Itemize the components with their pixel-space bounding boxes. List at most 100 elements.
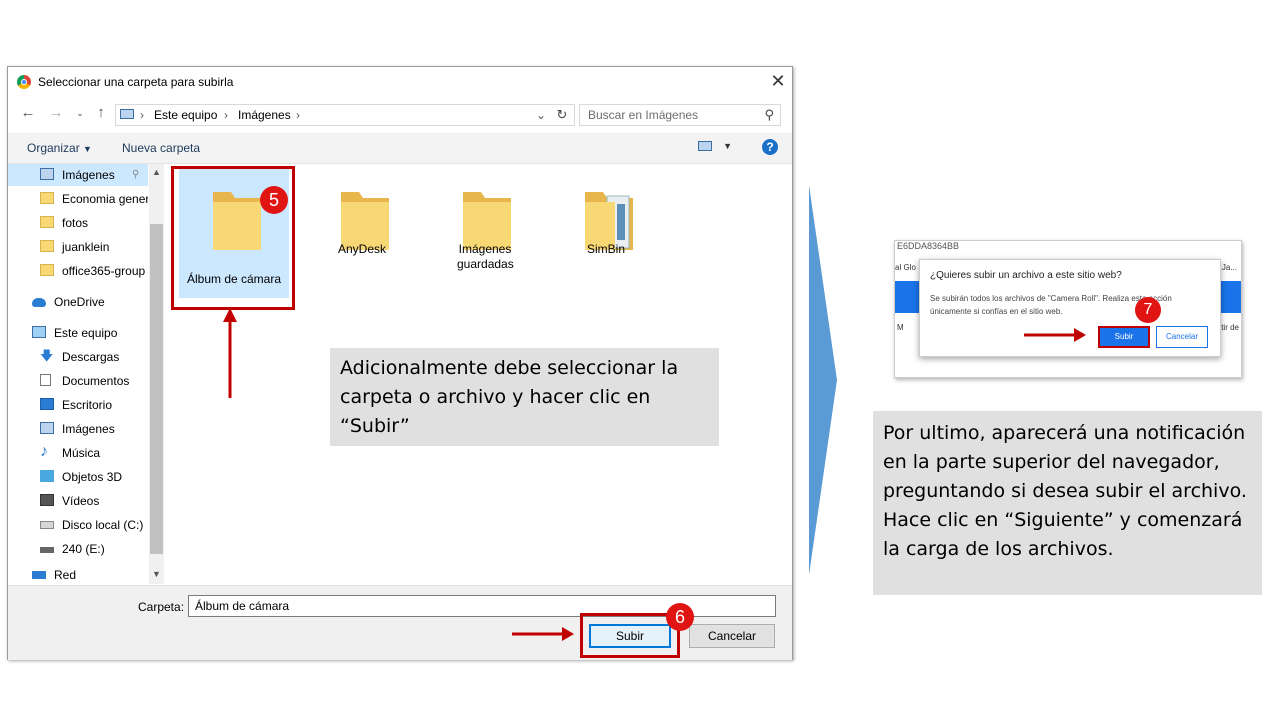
sidebar-item[interactable]: Documentos: [8, 370, 148, 392]
instruction-callout-1: Adicionalmente debe seleccionar la carpe…: [330, 348, 719, 446]
step-badge-5: 5: [260, 186, 288, 214]
sidebar-item[interactable]: Objetos 3D: [8, 466, 148, 488]
new-folder-button[interactable]: Nueva carpeta: [122, 141, 200, 155]
nav-scrollbar-thumb[interactable]: [150, 224, 163, 554]
sidebar-item[interactable]: Disco local (C:): [8, 514, 148, 536]
sidebar-item[interactable]: Imágenes: [8, 418, 148, 440]
sidebar-item-label: office365-group: [62, 264, 146, 278]
address-dropdown-icon[interactable]: ⌄: [536, 105, 546, 125]
sidebar-item[interactable]: fotos: [8, 212, 148, 234]
dialog-title: Seleccionar una carpeta para subirla: [38, 75, 234, 89]
notification-question: ¿Quieres subir un archivo a este sitio w…: [930, 270, 1122, 281]
view-icon: [698, 141, 712, 152]
sidebar-item-label: Este equipo: [54, 326, 118, 340]
sidebar-item-label: Imágenes: [62, 422, 115, 436]
dialog-titlebar: Seleccionar una carpeta para subirla ✕: [8, 67, 792, 97]
sidebar-item-label: Documentos: [62, 374, 130, 388]
step-badge-7: 7: [1135, 297, 1161, 323]
notification-cancel-button[interactable]: Cancelar: [1156, 326, 1208, 348]
up-arrow-icon[interactable]: ↑: [93, 105, 109, 121]
sidebar-item[interactable]: office365-group: [8, 260, 148, 282]
highlight-box-upload: [580, 613, 680, 658]
sidebar-item[interactable]: Imágenes ⚲: [8, 164, 148, 186]
sidebar-item[interactable]: OneDrive: [8, 291, 148, 313]
sidebar-item-label: Objetos 3D: [62, 470, 123, 484]
cube-icon: [40, 470, 54, 482]
view-options-button[interactable]: ▼: [698, 140, 738, 156]
folder-label: AnyDesk: [337, 242, 387, 256]
breadcrumb-separator-icon: ›: [224, 108, 228, 122]
network-icon: [32, 571, 46, 579]
sidebar-item-label: 240 (E:): [62, 542, 105, 556]
sidebar-item-label: Vídeos: [62, 494, 100, 508]
sidebar-item[interactable]: Red: [8, 564, 148, 584]
breadcrumb-imagenes[interactable]: Imágenes: [238, 105, 291, 125]
folder-tile-anydesk[interactable]: AnyDesk: [307, 168, 417, 298]
pictures-icon: [40, 168, 54, 180]
chevron-down-icon: ▼: [723, 141, 732, 151]
sidebar-item[interactable]: Escritorio: [8, 394, 148, 416]
up-arrow-annotation: [223, 308, 237, 398]
sidebar-item-label: Descargas: [62, 350, 120, 364]
browser-notification-screenshot: E6DDA8364BB al Glo Ja... M tir de ¿Quier…: [894, 240, 1242, 378]
recent-dropdown-icon[interactable]: ⌄: [72, 105, 88, 121]
right-arrow-annotation: [512, 627, 574, 641]
search-placeholder: Buscar en Imágenes: [588, 108, 699, 122]
chevron-down-icon: ▼: [83, 144, 92, 154]
sidebar-item[interactable]: Economia gener: [8, 188, 148, 210]
folder-tile-imagenes-guardadas[interactable]: Imágenes guardadas: [429, 168, 539, 298]
sidebar-item[interactable]: Vídeos: [8, 490, 148, 512]
folder-icon: [40, 240, 54, 252]
toolbar: Organizar ▼ Nueva carpeta ▼ ?: [8, 133, 792, 164]
close-icon[interactable]: ✕: [766, 69, 790, 93]
folder-icon: [40, 264, 54, 276]
navigation-pane[interactable]: Imágenes ⚲ Economia gener fotos juanklein off…: [8, 164, 164, 584]
notification-description: Se subirán todos los archivos de "Camera…: [930, 294, 1172, 316]
folder-field-label: Carpeta:: [138, 600, 185, 614]
folder-label: SimBin: [586, 242, 625, 256]
folder-icon: [40, 192, 54, 204]
sidebar-item-label: Red: [54, 568, 77, 582]
organize-label: Organizar: [27, 141, 80, 155]
notification-id-text: E6DDA8364BB: [897, 241, 960, 251]
scroll-up-icon[interactable]: ▲: [149, 167, 164, 177]
pin-icon[interactable]: ⚲: [132, 164, 139, 186]
help-icon[interactable]: ?: [762, 139, 778, 155]
sidebar-item-label: Imágenes: [62, 168, 115, 182]
sidebar-item-label: fotos: [62, 216, 89, 230]
cloud-icon: [32, 298, 46, 307]
breadcrumb-separator-icon: ›: [296, 108, 300, 122]
notification-upload-button[interactable]: Subir: [1098, 326, 1150, 348]
sidebar-item-label: juanklein: [62, 240, 110, 254]
cancel-button[interactable]: Cancelar: [689, 624, 775, 648]
pictures-icon: [40, 422, 54, 434]
forward-arrow-icon[interactable]: →: [48, 105, 64, 121]
sidebar-item[interactable]: Este equipo: [8, 322, 148, 344]
right-arrow-annotation-2: [1024, 328, 1086, 342]
background-text-left: al Glo: [895, 263, 916, 272]
folder-tile-simbin[interactable]: SimBin: [551, 168, 661, 298]
back-arrow-icon[interactable]: ←: [20, 105, 36, 121]
instruction-callout-2: Por ultimo, aparecerá una notificación e…: [873, 411, 1262, 595]
refresh-icon[interactable]: ↻: [552, 105, 572, 125]
sidebar-item-label: OneDrive: [54, 295, 105, 309]
organize-button[interactable]: Organizar ▼: [27, 141, 92, 155]
search-input[interactable]: Buscar en Imágenes ⚲: [579, 104, 781, 126]
address-bar[interactable]: › Este equipo › Imágenes › ⌄ ↻: [115, 104, 575, 126]
sidebar-item[interactable]: 🡇 Descargas: [8, 346, 148, 368]
music-icon: ♪: [40, 443, 48, 460]
breadcrumb-separator-icon: ›: [140, 108, 144, 122]
sidebar-item-label: Economia gener: [62, 192, 148, 206]
folder-label: Imágenes guardadas: [457, 242, 514, 271]
disk-icon: [40, 521, 54, 529]
breadcrumb-este-equipo[interactable]: Este equipo: [154, 105, 217, 125]
folder-icon: [40, 216, 54, 228]
sidebar-item[interactable]: ♪ Música: [8, 442, 148, 464]
documents-icon: [40, 374, 51, 386]
sidebar-item[interactable]: 240 (E:): [8, 538, 148, 560]
sidebar-item[interactable]: juanklein: [8, 236, 148, 258]
next-step-chevron: [809, 185, 837, 575]
sidebar-item-label: Escritorio: [62, 398, 113, 412]
background-text-right: Ja...: [1221, 263, 1237, 272]
scroll-down-icon[interactable]: ▼: [149, 569, 164, 579]
